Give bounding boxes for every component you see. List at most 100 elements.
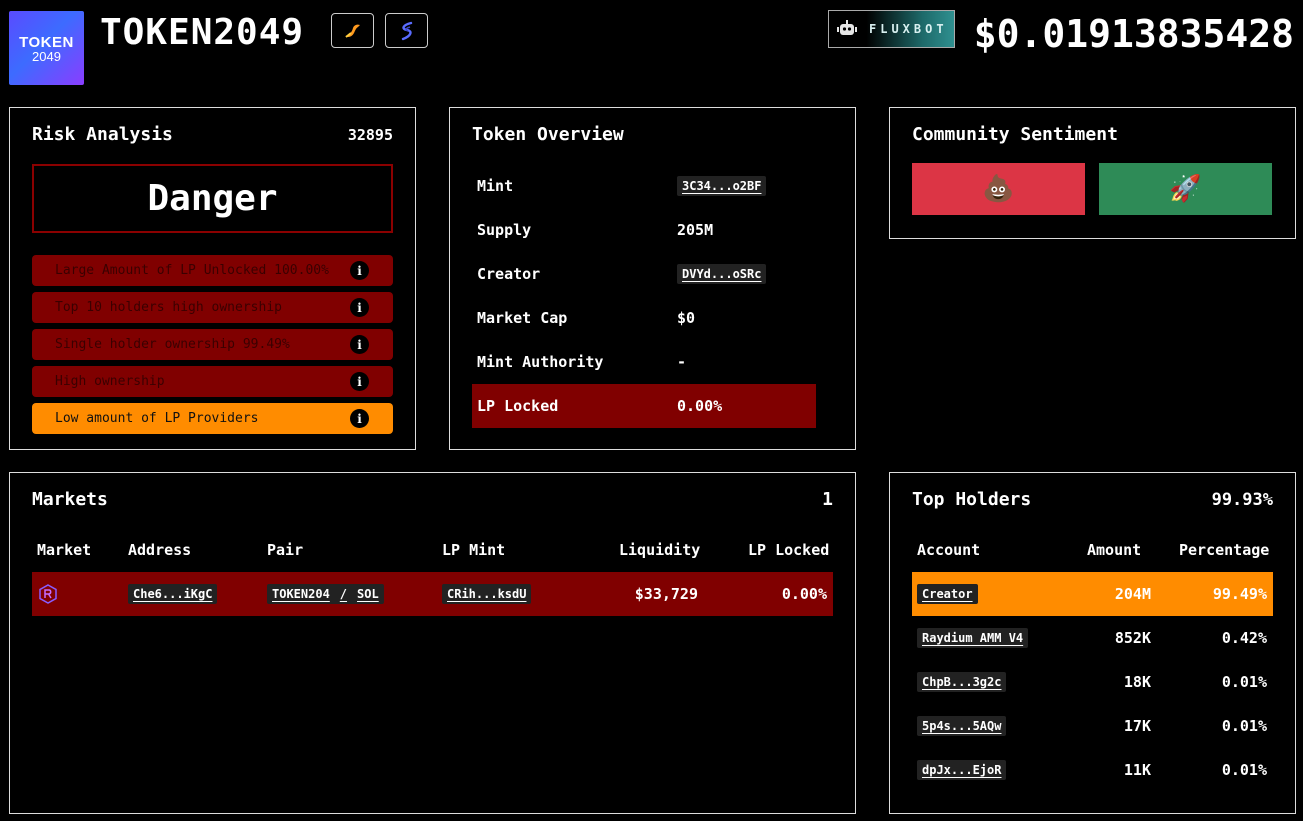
overview-key: Mint	[477, 177, 514, 195]
holder-percentage: 0.01%	[1221, 761, 1267, 779]
risk-item[interactable]: Large Amount of LP Unlocked 100.00% i	[32, 255, 393, 286]
markets-panel: Markets 1 Market Address Pair LP Mint Li…	[9, 472, 856, 814]
col-header-pair: Pair	[267, 541, 304, 559]
overview-row-supply: Supply 205M	[472, 208, 816, 252]
community-sentiment-title: Community Sentiment	[912, 124, 1118, 145]
rocket-icon: 🚀	[1169, 174, 1202, 204]
market-address-link[interactable]: Che6...iKgC	[128, 584, 218, 604]
holder-account-link[interactable]: Raydium AMM V4	[917, 628, 1029, 648]
info-icon[interactable]: i	[350, 298, 369, 317]
bird-link-button[interactable]	[331, 13, 374, 48]
markets-count: 1	[822, 489, 833, 510]
token-price: $0.01913835428	[973, 12, 1294, 56]
info-icon[interactable]: i	[350, 372, 369, 391]
overview-value: 205M	[677, 221, 714, 239]
col-header-account: Account	[917, 541, 981, 559]
holder-amount: 18K	[1123, 673, 1151, 691]
top-holders-title: Top Holders	[912, 489, 1032, 510]
col-header-percentage: Percentage	[1179, 541, 1270, 559]
risk-item-label: Low amount of LP Providers	[55, 411, 259, 426]
col-header-lp-mint: LP Mint	[442, 541, 506, 559]
logo-text-bottom: 2049	[32, 48, 61, 64]
holder-amount: 17K	[1123, 717, 1151, 735]
table-row[interactable]: dpJx...EjoR 11K 0.01%	[912, 748, 1273, 792]
info-icon[interactable]: i	[350, 409, 369, 428]
token-name: TOKEN2049	[100, 12, 305, 53]
swirl-icon	[401, 21, 412, 40]
overview-key: Mint Authority	[477, 353, 604, 371]
risk-item[interactable]: High ownership i	[32, 366, 393, 397]
pair-quote-link[interactable]: SOL	[357, 587, 379, 601]
liquidity-value: $33,729	[634, 585, 698, 603]
risk-item-label: Single holder ownership 99.49%	[55, 337, 290, 352]
table-row[interactable]: ChpB...3g2c 18K 0.01%	[912, 660, 1273, 704]
lp-locked-value: 0.00%	[781, 585, 827, 603]
bullish-vote-button[interactable]: 🚀	[1099, 163, 1272, 215]
bird-icon	[344, 24, 360, 38]
holder-percentage: 0.01%	[1221, 717, 1267, 735]
risk-item-warning[interactable]: Low amount of LP Providers i	[32, 403, 393, 434]
overview-row-lp-locked: LP Locked 0.00%	[472, 384, 816, 428]
poop-icon: 💩	[982, 174, 1015, 204]
top-holders-total: 99.93%	[1211, 490, 1273, 510]
holder-account-link[interactable]: dpJx...EjoR	[917, 760, 1007, 780]
risk-item-label: High ownership	[55, 374, 165, 389]
col-header-amount: Amount	[1087, 541, 1142, 559]
token-overview-panel: Token Overview Mint 3C34...o2BF Supply 2…	[449, 107, 856, 450]
raydium-icon	[38, 572, 58, 616]
overview-row-mint: Mint 3C34...o2BF	[472, 164, 816, 208]
table-row[interactable]: Raydium AMM V4 852K 0.42%	[912, 616, 1273, 660]
risk-level-badge: Danger	[32, 164, 393, 233]
risk-item-label: Large Amount of LP Unlocked 100.00%	[55, 263, 329, 278]
holder-account-link[interactable]: ChpB...3g2c	[917, 672, 1007, 692]
overview-key: Supply	[477, 221, 532, 239]
col-header-market: Market	[37, 541, 92, 559]
table-row[interactable]: 5p4s...5AQw 17K 0.01%	[912, 704, 1273, 748]
info-icon[interactable]: i	[350, 261, 369, 280]
creator-address-link[interactable]: DVYd...oSRc	[677, 264, 767, 284]
holder-percentage: 0.01%	[1221, 673, 1267, 691]
holder-account-link[interactable]: 5p4s...5AQw	[917, 716, 1007, 736]
risk-item[interactable]: Top 10 holders high ownership i	[32, 292, 393, 323]
logo-text-top: TOKEN	[19, 33, 74, 51]
overview-key: Market Cap	[477, 309, 568, 327]
col-header-lp-locked: LP Locked	[748, 541, 830, 559]
pair-chip: TOKEN204 / SOL	[267, 584, 384, 604]
holder-percentage: 0.42%	[1221, 629, 1267, 647]
overview-row-mint-authority: Mint Authority -	[472, 340, 816, 384]
markets-title: Markets	[32, 489, 108, 510]
col-header-liquidity: Liquidity	[619, 541, 701, 559]
overview-key: LP Locked	[477, 397, 559, 415]
overview-row-creator: Creator DVYd...oSRc	[472, 252, 816, 296]
community-sentiment-panel: Community Sentiment 💩 🚀	[889, 107, 1296, 239]
robot-icon	[837, 20, 857, 35]
table-row[interactable]: Creator 204M 99.49%	[912, 572, 1273, 616]
mint-address-link[interactable]: 3C34...o2BF	[677, 176, 767, 196]
holder-account-link[interactable]: Creator	[917, 584, 978, 604]
risk-analysis-panel: Risk Analysis 32895 Danger Large Amount …	[9, 107, 416, 450]
risk-item[interactable]: Single holder ownership 99.49% i	[32, 329, 393, 360]
info-icon[interactable]: i	[350, 335, 369, 354]
overview-value: -	[677, 353, 687, 371]
pair-base-link[interactable]: TOKEN204	[272, 587, 330, 601]
risk-analysis-title: Risk Analysis	[32, 124, 173, 145]
token-logo: TOKEN 2049	[9, 11, 84, 85]
col-header-address: Address	[128, 541, 192, 559]
holder-percentage: 99.49%	[1212, 585, 1267, 603]
fluxbot-label: FLUXBOT	[869, 22, 948, 36]
pair-separator: /	[339, 587, 348, 601]
overview-key: Creator	[477, 265, 541, 283]
table-row[interactable]: Che6...iKgC TOKEN204 / SOL CRih...ksdU $…	[32, 572, 833, 616]
overview-row-market-cap: Market Cap $0	[472, 296, 816, 340]
token-overview-title: Token Overview	[472, 124, 624, 145]
lp-mint-link[interactable]: CRih...ksdU	[442, 584, 532, 604]
fluxbot-button[interactable]: FLUXBOT	[828, 10, 955, 48]
risk-score: 32895	[347, 126, 393, 144]
bearish-vote-button[interactable]: 💩	[912, 163, 1085, 215]
holder-amount: 11K	[1123, 761, 1151, 779]
overview-value: $0	[677, 309, 696, 327]
holder-amount: 852K	[1114, 629, 1151, 647]
swirl-link-button[interactable]	[385, 13, 428, 48]
top-holders-panel: Top Holders 99.93% Account Amount Percen…	[889, 472, 1296, 814]
overview-value: 0.00%	[677, 397, 723, 415]
